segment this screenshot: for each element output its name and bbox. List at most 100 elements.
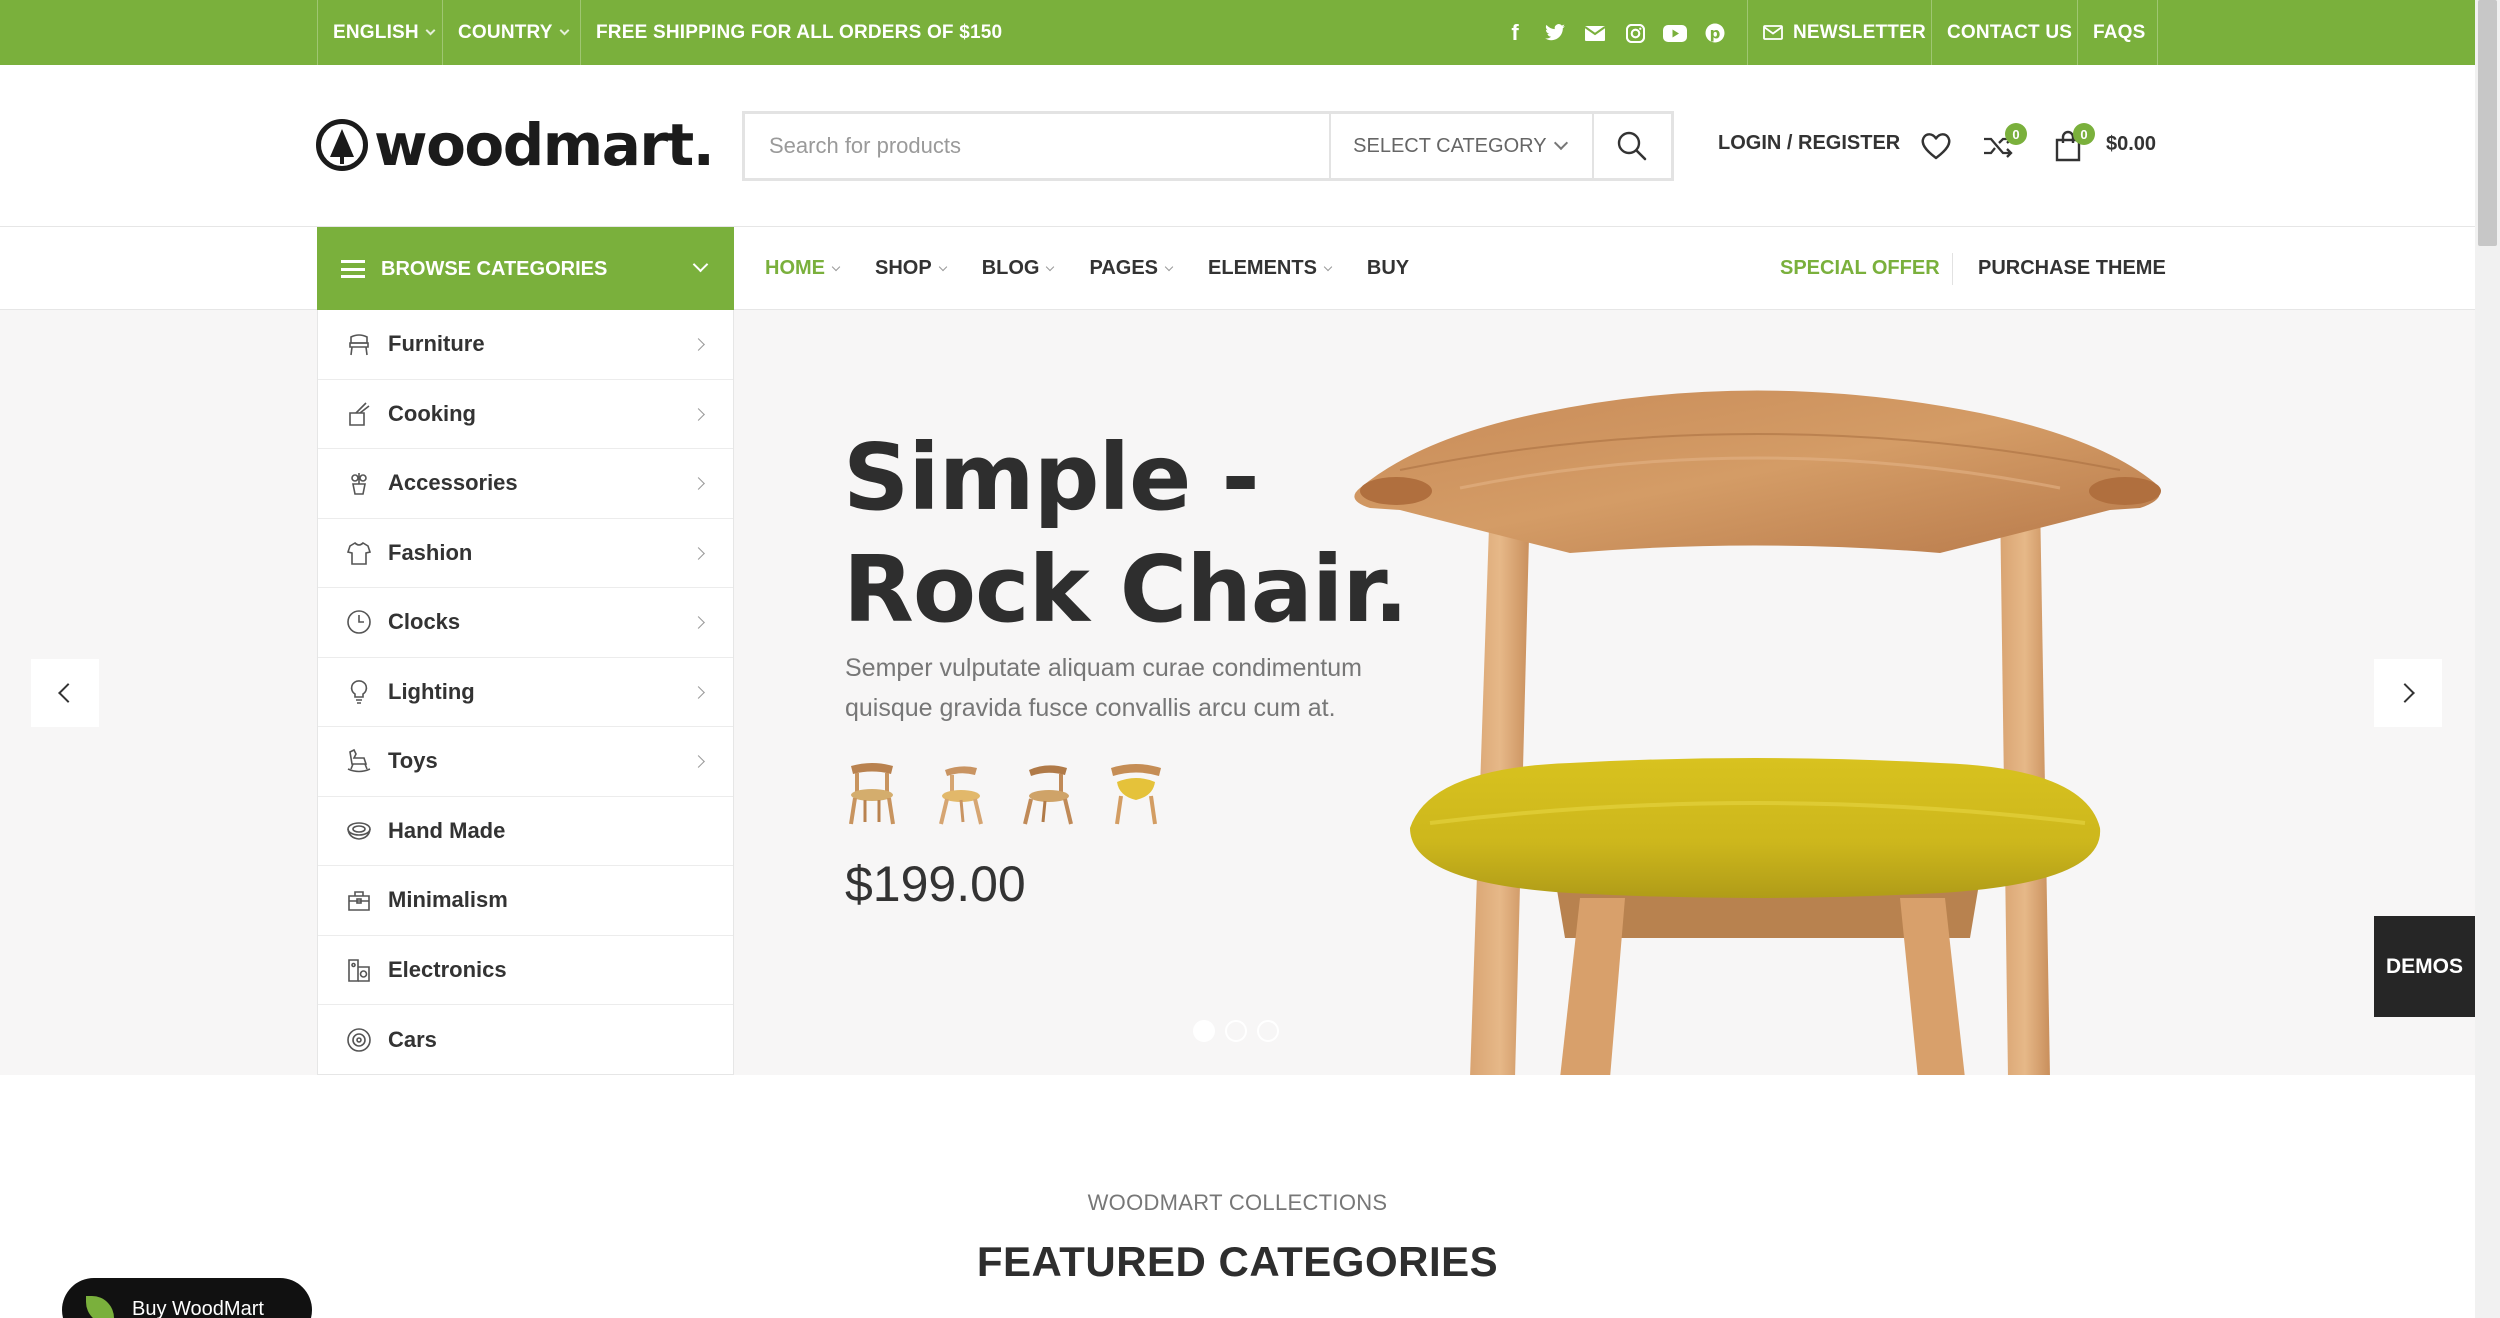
chair-thumbnail[interactable]: [1019, 756, 1077, 826]
category-label: Cooking: [388, 400, 476, 426]
nav-label: ELEMENTS: [1208, 257, 1317, 279]
category-item-electronics[interactable]: Electronics: [318, 936, 733, 1005]
category-select[interactable]: SELECT CATEGORY: [1329, 114, 1591, 178]
accessories-icon: [344, 468, 374, 498]
slider-prev-button[interactable]: [31, 659, 99, 727]
cooking-icon: [344, 399, 374, 429]
chevron-right-icon: [692, 546, 705, 560]
country-label: COUNTRY: [458, 21, 553, 43]
youtube-icon[interactable]: [1655, 18, 1695, 48]
instagram-icon[interactable]: [1615, 18, 1655, 48]
slider-dot[interactable]: [1257, 1020, 1279, 1042]
nav-item-blog[interactable]: BLOG: [982, 257, 1055, 280]
language-selector[interactable]: ENGLISH: [333, 0, 436, 65]
category-item-accessories[interactable]: Accessories: [318, 449, 733, 519]
special-offer-link[interactable]: SPECIAL OFFER: [1780, 227, 1940, 310]
category-item-cars[interactable]: Cars: [318, 1005, 733, 1075]
hero-description: Semper vulputate aliquam curae condiment…: [845, 654, 1362, 722]
category-item-hand-made[interactable]: Hand Made: [318, 797, 733, 866]
search-input[interactable]: [745, 114, 1330, 178]
login-register-link[interactable]: LOGIN / REGISTER: [1718, 132, 1900, 155]
cart-total[interactable]: $0.00: [2106, 133, 2156, 156]
nav-item-home[interactable]: HOME: [765, 257, 841, 280]
chevron-down-icon: [1164, 262, 1174, 271]
nav-item-pages[interactable]: PAGES: [1089, 257, 1174, 280]
nav-item-shop[interactable]: SHOP: [875, 257, 947, 280]
chevron-down-icon: [1323, 262, 1333, 271]
rocking-horse-icon: [344, 746, 374, 776]
hamburger-icon: [341, 260, 365, 278]
chevron-down-icon: [425, 25, 436, 35]
slider-dot[interactable]: [1193, 1020, 1215, 1042]
language-label: ENGLISH: [333, 21, 419, 43]
category-item-clocks[interactable]: Clocks: [318, 588, 733, 658]
nav-item-elements[interactable]: ELEMENTS: [1208, 257, 1333, 280]
chevron-right-icon: [2395, 683, 2415, 703]
logo-text: woodmart.: [374, 111, 715, 179]
category-item-fashion[interactable]: Fashion: [318, 519, 733, 588]
facebook-icon[interactable]: f: [1495, 18, 1535, 48]
chevron-left-icon: [58, 683, 78, 703]
category-item-minimalism[interactable]: Minimalism: [318, 866, 733, 936]
svg-text:p: p: [1710, 25, 1721, 43]
demos-button[interactable]: DEMOS: [2374, 916, 2475, 1017]
faqs-link[interactable]: FAQS: [2093, 0, 2146, 65]
nav-label: BUY: [1366, 257, 1410, 279]
nav-label: HOME: [765, 257, 825, 279]
category-label: Clocks: [388, 609, 461, 635]
top-bar-divider: [2157, 0, 2158, 65]
chevron-down-icon: [559, 25, 570, 35]
pinterest-icon[interactable]: p: [1695, 18, 1735, 48]
chevron-right-icon: [692, 407, 705, 421]
buy-woodmart-button[interactable]: Buy WoodMart: [62, 1278, 312, 1318]
featured-title: FEATURED CATEGORIES: [976, 1238, 1499, 1285]
hero-price: $199.00: [845, 856, 1026, 912]
hero-title-line: Simple -: [843, 424, 1260, 531]
rock-chair-image: [1354, 390, 2161, 1075]
nav-item-buy[interactable]: BUY: [1367, 257, 1409, 280]
bulb-icon: [344, 677, 374, 707]
basket-icon: [344, 816, 374, 846]
chevron-down-icon: [831, 262, 841, 271]
slider-next-button[interactable]: [2374, 659, 2442, 727]
nav-label: SHOP: [875, 257, 932, 279]
contact-us-link[interactable]: CONTACT US: [1947, 0, 2072, 65]
chevron-right-icon: [692, 477, 705, 490]
nav-divider: [1952, 253, 1953, 285]
category-dropdown: Furniture Cooking Accessories Fashion Cl…: [317, 310, 734, 1075]
wishlist-button[interactable]: [1916, 126, 1956, 166]
browse-categories-button[interactable]: BROWSE CATEGORIES: [317, 227, 734, 311]
purchase-theme-link[interactable]: PURCHASE THEME: [1978, 227, 2166, 310]
leaf-icon: [86, 1296, 114, 1318]
chair-thumbnail[interactable]: [931, 756, 989, 826]
category-item-furniture[interactable]: Furniture: [318, 310, 733, 380]
newsletter-link[interactable]: NEWSLETTER: [1763, 0, 1926, 65]
category-item-lighting[interactable]: Lighting: [318, 658, 733, 727]
category-item-toys[interactable]: Toys: [318, 727, 733, 797]
buy-woodmart-label: Buy WoodMart: [132, 1298, 264, 1318]
chair-icon: [344, 329, 374, 359]
scrollbar-thumb[interactable]: [2478, 0, 2497, 246]
chair-thumbnail[interactable]: [1107, 756, 1165, 826]
slider-dot[interactable]: [1225, 1020, 1247, 1042]
category-label: Lighting: [388, 678, 475, 704]
category-item-cooking[interactable]: Cooking: [318, 380, 733, 449]
search-button[interactable]: [1591, 114, 1671, 178]
envelope-icon: [1763, 25, 1783, 40]
category-label: Toys: [388, 748, 438, 774]
shipping-notice: FREE SHIPPING FOR ALL ORDERS OF $150: [596, 21, 1003, 43]
top-bar-divider: [580, 0, 581, 65]
logo[interactable]: woodmart.: [316, 111, 715, 179]
search-icon: [1618, 131, 1647, 161]
heart-icon: [1921, 133, 1951, 160]
category-label: Minimalism: [388, 887, 508, 913]
country-selector[interactable]: COUNTRY: [458, 0, 570, 65]
chevron-down-icon: [1046, 262, 1055, 271]
search-bar: SELECT CATEGORY: [742, 111, 1674, 181]
email-icon[interactable]: [1575, 18, 1615, 48]
tree-logo-icon: [316, 119, 368, 171]
chair-thumbnail[interactable]: [843, 756, 901, 826]
compare-count-badge: 0: [2005, 123, 2027, 145]
twitter-icon[interactable]: [1535, 18, 1575, 48]
category-label: Furniture: [388, 331, 485, 357]
